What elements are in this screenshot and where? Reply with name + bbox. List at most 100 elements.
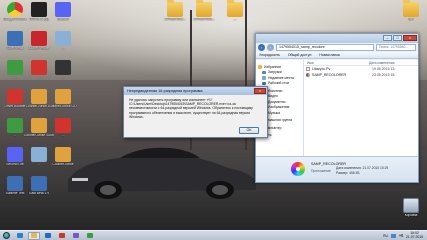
taskbar: RU 16:02 21.07.2015 [0, 230, 427, 240]
dialog-close-button[interactable]: × [254, 88, 266, 94]
recycle-bin-icon [403, 198, 419, 213]
taskbar-app-button[interactable] [70, 232, 82, 240]
app-icon [31, 176, 47, 191]
recycle-bin[interactable]: Корзина [398, 198, 424, 224]
forward-icon[interactable]: › [267, 44, 274, 51]
discord-icon [7, 147, 23, 162]
file-list: Имя Дата изменения Libary.tc-Pv 19.05.20… [304, 60, 418, 156]
desktop-shortcut[interactable]: Counter-Strike [50, 147, 76, 173]
error-dialog[interactable]: Непредвиденная 16-разрядная программа × … [123, 86, 268, 138]
taskbar-app-icon [73, 233, 79, 238]
file-row[interactable]: SAMP_RECOLORER 23.05.2015 15: [304, 72, 418, 78]
address-bar[interactable]: 1479554015_samp_recolore [276, 44, 374, 51]
red-icon [55, 118, 71, 133]
folder-icon [227, 0, 243, 17]
red-icon [7, 89, 23, 104]
clock[interactable]: 16:02 21.07.2015 [406, 231, 423, 240]
desktop-shortcut[interactable]: ... [50, 118, 76, 144]
folder-icon [167, 0, 183, 17]
taskbar-app-button[interactable] [56, 232, 68, 240]
close-button[interactable]: × [403, 35, 417, 41]
taskbar-app-button[interactable] [84, 232, 96, 240]
desktop-shortcut[interactable]: Counter-Strike GO [49, 89, 77, 115]
pdf-icon [31, 31, 47, 46]
column-name[interactable]: Имя [304, 60, 366, 65]
nav-item-icon [262, 81, 266, 85]
maximize-button[interactable]: □ [393, 35, 402, 41]
cs-icon [55, 147, 71, 162]
app-icon [7, 31, 23, 46]
nav-item-icon [262, 76, 266, 80]
chrome-icon [7, 2, 23, 17]
red-icon [31, 60, 47, 75]
folder-icon[interactable]: 1479554015... [162, 0, 188, 28]
system-tray: RU 16:02 21.07.2015 [383, 231, 427, 240]
cs-icon [55, 89, 71, 104]
taskbar-app-icon [59, 233, 65, 238]
taskbar-app-icon [31, 233, 37, 238]
desktop-shortcut[interactable]: ... [2, 60, 28, 86]
taskbar-app-icon [87, 233, 93, 238]
address-bar-row: ‹ › 1479554015_samp_recolore Поиск: 1479… [256, 43, 418, 52]
folder-icon [196, 0, 212, 17]
folder-icon[interactable]: 1479554053... [191, 0, 217, 28]
toolbar-organize[interactable]: Упорядочить [259, 53, 280, 57]
desktop-shortcut[interactable]: Sublime Text [2, 176, 28, 202]
network-icon[interactable] [391, 233, 397, 238]
desktop-shortcut[interactable]: Counter-Strike Source [24, 118, 54, 144]
app-icon [7, 176, 23, 191]
gta-icon [31, 2, 47, 17]
dialog-titlebar[interactable]: Непредвиденная 16-разрядная программа × [124, 87, 267, 95]
taskbar-apps [12, 231, 96, 240]
back-icon[interactable]: ‹ [258, 44, 265, 51]
desktop-shortcut[interactable]: Core Retail [2, 31, 28, 57]
toolbar-new-folder[interactable]: Новая папка [319, 53, 339, 57]
desktop-shortcut[interactable]: Counter-Strike 1.6 [26, 89, 52, 115]
discord-icon [55, 2, 71, 17]
desktop-shortcut[interactable]: ... [26, 147, 52, 173]
search-input[interactable]: Поиск: 14795540... [376, 44, 416, 51]
nav-item-icon [262, 70, 266, 74]
volume-icon[interactable] [399, 233, 404, 238]
file-icon [306, 67, 310, 71]
folder-icon[interactable]: Bin [398, 0, 424, 28]
desktop-shortcut[interactable]: ... [2, 118, 28, 144]
desktop-shortcut[interactable]: ... [26, 60, 52, 86]
cs-icon [31, 118, 47, 133]
taskbar-app-button[interactable] [42, 232, 54, 240]
desktop-shortcut[interactable]: Driver Booster [2, 89, 28, 115]
desktop-shortcut[interactable]: ... [50, 60, 76, 86]
explorer-window[interactable]: – □ × ‹ › 1479554015_samp_recolore Поиск… [255, 33, 419, 183]
taskbar-app-button[interactable] [28, 231, 40, 240]
details-file-type: Приложение [311, 169, 331, 173]
desktop-shortcut[interactable]: Adobe Reader [26, 31, 52, 57]
app-icon [306, 73, 310, 77]
recolorer-icon [291, 162, 305, 176]
folder-icon[interactable]: ... [222, 0, 248, 28]
dialog-message: Не удалось запустить программу или компо… [129, 98, 253, 119]
language-indicator[interactable]: RU [383, 234, 388, 238]
explorer-toolbar: Упорядочить Общий доступ Новая папка [256, 52, 418, 59]
explorer-titlebar[interactable]: – □ × [256, 34, 418, 43]
desktop-shortcut[interactable]: Discord [50, 2, 76, 28]
desktop-shortcut[interactable]: Google Chrome [2, 2, 28, 28]
folder-icon [403, 0, 419, 17]
details-pane: SAMP_RECOLORER Приложение Дата изменения… [256, 156, 418, 182]
column-date[interactable]: Дата изменения [366, 60, 394, 65]
taskbar-app-button[interactable] [14, 232, 26, 240]
start-button[interactable] [0, 231, 12, 240]
desktop-shortcut[interactable]: GTA S. A. (1) [26, 2, 52, 28]
desktop-shortcut[interactable]: ... [50, 31, 76, 57]
desktop-shortcut[interactable]: Second Life [2, 147, 28, 173]
img-icon [31, 147, 47, 162]
img-icon [55, 31, 71, 46]
toolbar-share[interactable]: Общий доступ [288, 53, 312, 57]
minimize-button[interactable]: – [383, 35, 392, 41]
nav-item-icon [258, 65, 262, 69]
car-image [60, 140, 260, 200]
obs-icon [55, 60, 71, 75]
ok-button[interactable]: ОК [239, 127, 259, 134]
desktop-shortcut[interactable]: Gala Beta 1.9 [26, 176, 52, 202]
details-size: Размер: 456 КБ [336, 171, 360, 175]
cs-icon [31, 89, 47, 104]
